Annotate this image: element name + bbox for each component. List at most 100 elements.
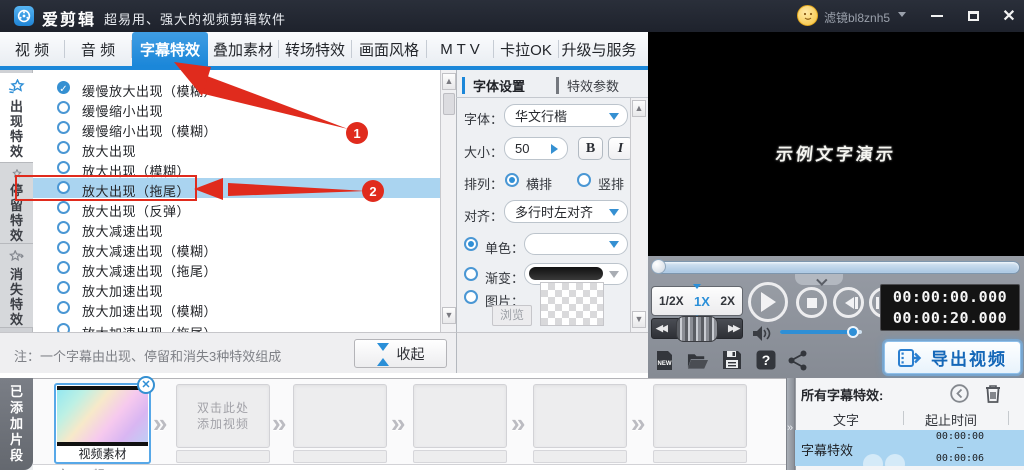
minimize-button[interactable] [924, 4, 950, 28]
effect-item[interactable]: 放大加速出现 [33, 278, 440, 299]
tab-audio[interactable]: 音 频 [65, 32, 131, 66]
volume-thumb[interactable] [847, 326, 859, 338]
tab-upgrade-services[interactable]: 升级与服务 [559, 32, 639, 66]
effect-item[interactable]: 放大加速出现（拖尾） [33, 320, 440, 332]
empty-slot[interactable] [533, 384, 627, 448]
clip-remove-icon[interactable]: ✕ [137, 376, 155, 394]
maximize-button[interactable] [960, 4, 986, 28]
column-text[interactable]: 文字 [833, 410, 859, 429]
radio-image-fill[interactable] [464, 290, 478, 304]
font-panel-footer: 播放试试 [456, 332, 1024, 373]
align-select[interactable]: 多行时左对齐 [504, 200, 628, 223]
tab-mtv[interactable]: M T V [427, 32, 493, 66]
help-icon[interactable]: ? [755, 349, 777, 371]
speed-1x[interactable]: 1X [694, 294, 710, 309]
seek-bar[interactable] [652, 261, 1020, 274]
effect-item[interactable]: 放大减速出现（模糊） [33, 238, 440, 259]
prev-frame-icon [839, 296, 854, 309]
share-icon[interactable] [787, 349, 809, 371]
open-project-icon[interactable] [687, 349, 709, 371]
scroll-thumb[interactable] [443, 93, 455, 115]
scroll-up-icon[interactable]: ▲ [442, 73, 456, 90]
radio-icon [57, 221, 70, 234]
gradient-swatch [529, 267, 603, 280]
divider-handle-icon[interactable]: » [787, 422, 793, 434]
volume-icon[interactable] [752, 325, 772, 347]
category-tab-stay[interactable]: 停留特效 [0, 163, 33, 244]
effects-scrollbar[interactable]: ▲ ▼ [440, 70, 456, 332]
tab-video[interactable]: 视 频 [0, 32, 64, 66]
user-avatar[interactable] [797, 5, 818, 26]
effect-item[interactable]: 缓慢缩小出现（模糊） [33, 118, 440, 139]
scroll-down-icon[interactable]: ▼ [442, 307, 456, 324]
effect-item[interactable]: 放大加速出现（模糊） [33, 298, 440, 319]
watermark-circle [863, 454, 883, 466]
effect-item[interactable]: 放大减速出现（拖尾） [33, 258, 440, 279]
collapse-button[interactable]: 收起 [354, 339, 447, 368]
browse-button[interactable]: 浏览 [492, 305, 532, 326]
effect-item[interactable]: 缓慢缩小出现 [33, 98, 440, 119]
tab-font-settings[interactable]: 字体设置 [462, 75, 525, 95]
user-menu-caret-icon[interactable] [898, 12, 906, 21]
font-family-select[interactable]: 华文行楷 [504, 104, 628, 127]
speed-half[interactable]: 1/2X [659, 294, 684, 308]
play-button[interactable] [748, 282, 788, 322]
clip-video-material[interactable]: 视频素材 [54, 383, 151, 464]
font-panel-scrollbar[interactable]: ▲ ▼ [630, 98, 646, 332]
empty-slot[interactable] [413, 384, 507, 448]
image-fill-preview[interactable] [540, 282, 604, 326]
radio-icon [57, 261, 70, 274]
radio-icon [57, 161, 70, 174]
font-size-stepper[interactable]: 50 [504, 137, 568, 160]
tab-overlay-material[interactable]: 叠加素材 [208, 32, 278, 66]
main-nav-bar: 视 频 音 频 字幕特效 叠加素材 转场特效 画面风格 M T V 卡拉OK 升… [0, 32, 648, 66]
seek-thumb[interactable] [651, 259, 666, 274]
stop-button[interactable] [796, 287, 827, 318]
speed-2x[interactable]: 2X [720, 294, 735, 308]
subtitle-row[interactable]: 字幕特效 00:00:00 — 00:00:06 [795, 430, 1024, 466]
tab-effect-params[interactable]: 特效参数 [556, 75, 619, 95]
radio-solid-color[interactable] [464, 237, 478, 251]
controls-collapse-notch[interactable] [795, 274, 843, 286]
tab-transition-effects[interactable]: 转场特效 [279, 32, 351, 66]
close-button[interactable]: ✕ [996, 4, 1022, 28]
username-label[interactable]: 滤镜bl8znh5 [824, 9, 890, 26]
empty-slot-add-video[interactable]: 双击此处 添加视频 [176, 384, 270, 448]
rewind-icon[interactable]: ◀◀ [656, 323, 668, 334]
new-project-icon[interactable]: NEW [653, 349, 675, 371]
effect-item[interactable]: 放大出现（模糊） [33, 158, 440, 179]
tab-picture-style[interactable]: 画面风格 [352, 32, 426, 66]
scrub-wheel[interactable]: ◀◀ ▶▶ [651, 316, 743, 342]
added-clips-tab[interactable]: 已添加片段 [0, 378, 33, 470]
return-icon[interactable] [950, 384, 969, 408]
chevron-down-icon [609, 208, 619, 221]
effect-item[interactable]: ✓ 缓慢放大出现（模糊） [33, 78, 440, 99]
export-video-button[interactable]: 导出视频 [884, 341, 1021, 374]
stop-icon [806, 297, 817, 308]
time-start: 00:00:00 [935, 431, 985, 442]
tab-subtitle-effects[interactable]: 字幕特效 [132, 32, 208, 66]
scroll-down-icon[interactable]: ▼ [632, 311, 646, 328]
radio-horizontal[interactable] [505, 173, 519, 187]
effect-item[interactable]: 放大减速出现 [33, 218, 440, 239]
panel-divider[interactable]: » [786, 378, 795, 470]
effect-item[interactable]: 放大出现 [33, 138, 440, 159]
note-text: 注：一个字幕由出现、停留和消失3种特效组成 [14, 349, 282, 364]
column-time[interactable]: 起止时间 [925, 410, 977, 429]
effect-category-sidebar: 出现特效 停留特效 消失特效 [0, 70, 33, 332]
solid-color-select[interactable] [524, 233, 628, 255]
empty-slot[interactable] [653, 384, 747, 448]
save-project-icon[interactable] [721, 349, 743, 371]
radio-gradient-color[interactable] [464, 267, 478, 281]
scrub-knob[interactable] [676, 316, 718, 342]
bold-button[interactable]: B [578, 137, 603, 160]
forward-icon[interactable]: ▶▶ [728, 323, 740, 334]
effect-item[interactable]: 放大出现（反弹） [33, 198, 440, 219]
category-tab-disappear[interactable]: 消失特效 [0, 244, 33, 328]
effect-item-selected[interactable]: 放大出现（拖尾） [33, 178, 440, 199]
scroll-up-icon[interactable]: ▲ [632, 100, 646, 117]
previous-frame-button[interactable] [833, 287, 864, 318]
tab-karaoke[interactable]: 卡拉OK [494, 32, 558, 66]
radio-vertical[interactable] [577, 173, 591, 187]
empty-slot[interactable] [293, 384, 387, 448]
